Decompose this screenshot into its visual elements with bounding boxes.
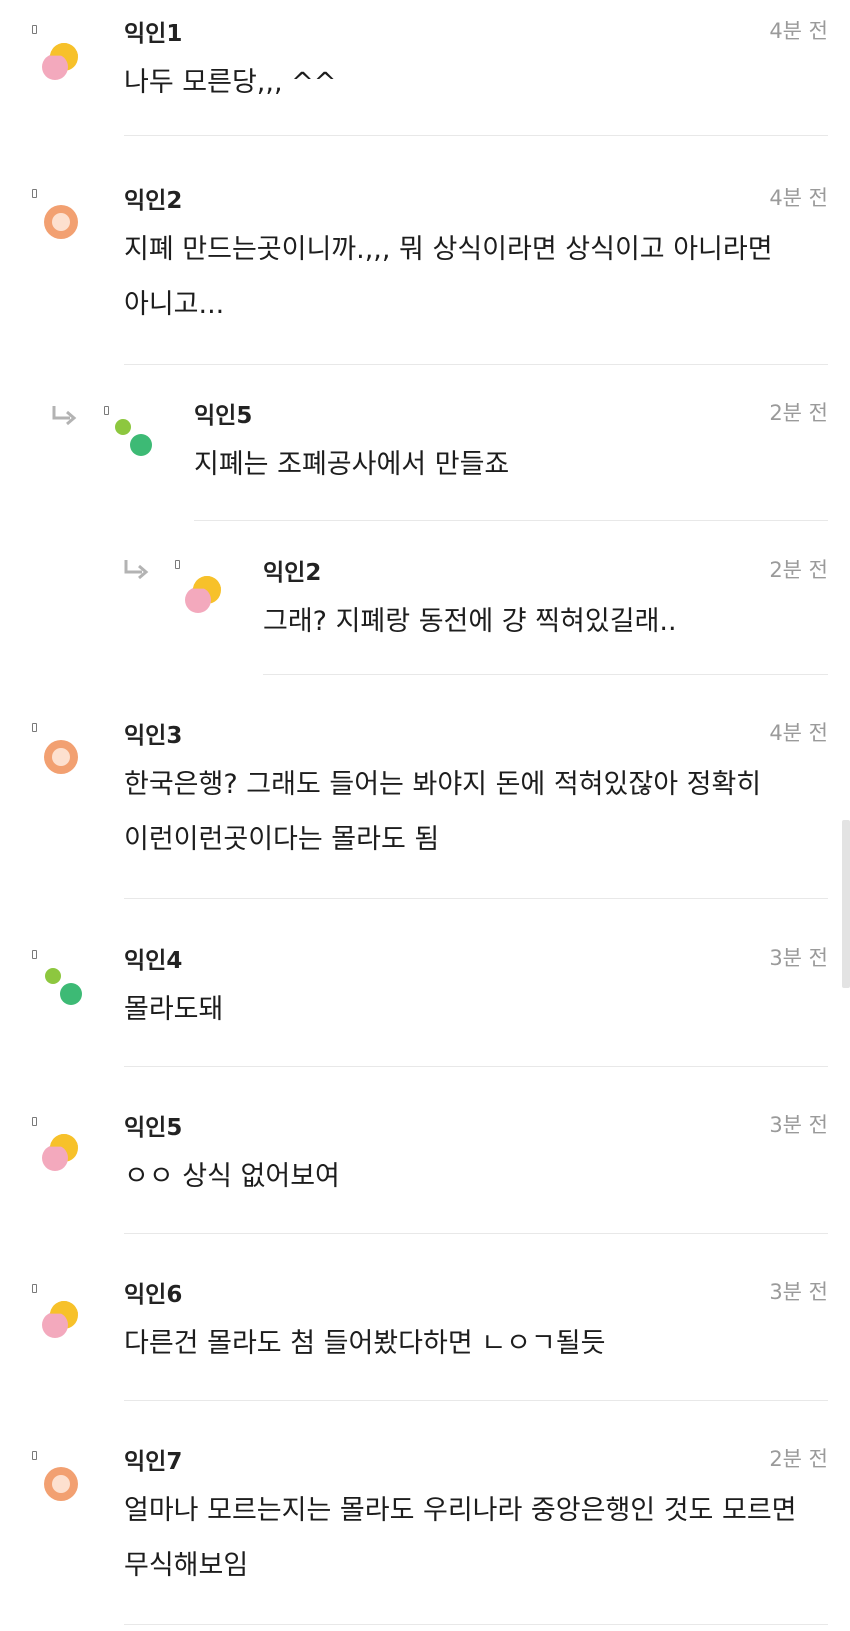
donut-avatar-icon[interactable]: [42, 738, 86, 782]
menu-marker-icon[interactable]: [32, 189, 37, 198]
comment-text: 지폐 만드는곳이니까.,,, 뭐 상식이라면 상식이고 아니라면 아니고...: [124, 234, 773, 320]
comment-item: 익인7 2분 전 얼마나 모르는지는 몰라도 우리나라 중앙은행인 것도 모르면…: [32, 1435, 828, 1625]
menu-marker-icon[interactable]: [32, 1284, 37, 1293]
comment-text: 몰라도돼: [124, 994, 224, 1025]
scrollbar[interactable]: [842, 820, 850, 988]
comment-text: 그래? 지폐랑 동전에 걍 찍혀있길래..: [263, 606, 677, 637]
reply-arrow-icon: [124, 560, 149, 580]
comment-time: 3분 전: [769, 946, 828, 970]
comment-text: 다른건 몰라도 첨 들어봤다하면 ㄴㅇㄱ될듯: [124, 1328, 606, 1359]
menu-marker-icon[interactable]: [32, 1117, 37, 1126]
comment-time: 2분 전: [769, 1447, 828, 1471]
menu-marker-icon[interactable]: [32, 1451, 37, 1460]
donut-avatar-icon[interactable]: [42, 203, 86, 247]
comment-author: 익인2: [124, 188, 183, 214]
menu-marker-icon[interactable]: [175, 560, 180, 569]
reply-item: 익인2 2분 전 그래? 지폐랑 동전에 걍 찍혀있길래..: [124, 553, 828, 675]
comment-author: 익인4: [124, 948, 183, 974]
comment-item: 익인6 3분 전 다른건 몰라도 첨 들어봤다하면 ㄴㅇㄱ될듯: [32, 1268, 828, 1401]
comment-author: 익인5: [124, 1115, 183, 1141]
menu-marker-icon[interactable]: [32, 25, 37, 34]
comment-text: 얼마나 모르는지는 몰라도 우리나라 중앙은행인 것도 모르면 무식해보임: [124, 1495, 797, 1581]
comment-author: 익인6: [124, 1282, 183, 1308]
comment-text: ㅇㅇ 상식 없어보여: [124, 1161, 340, 1192]
comment-item: 익인2 4분 전 지폐 만드는곳이니까.,,, 뭐 상식이라면 상식이고 아니라…: [32, 167, 828, 365]
reply-arrow-icon: [52, 406, 77, 426]
sun-cloud-avatar-icon[interactable]: [40, 1298, 84, 1342]
dots-avatar-icon[interactable]: [114, 418, 158, 462]
comment-author: 익인3: [124, 723, 183, 749]
comment-time: 2분 전: [769, 558, 828, 582]
comment-time: 4분 전: [769, 19, 828, 43]
comment-time: 3분 전: [769, 1280, 828, 1304]
sun-cloud-avatar-icon[interactable]: [183, 573, 227, 617]
comment-author: 익인5: [194, 403, 253, 429]
dots-avatar-icon[interactable]: [44, 967, 88, 1011]
donut-avatar-icon[interactable]: [42, 1465, 86, 1509]
comment-time: 4분 전: [769, 186, 828, 210]
sun-cloud-avatar-icon[interactable]: [40, 40, 84, 84]
comment-item: 익인3 4분 전 한국은행? 그래도 들어는 봐야지 돈에 적혀있잖아 정확히 …: [32, 709, 828, 899]
reply-item: 익인5 2분 전 지폐는 조폐공사에서 만들죠: [52, 382, 828, 521]
sun-cloud-avatar-icon[interactable]: [40, 1131, 84, 1175]
comment-text: 나두 모른당,,, ^^: [124, 67, 337, 98]
comment-author: 익인2: [263, 560, 322, 586]
comment-time: 2분 전: [769, 401, 828, 425]
comment-author: 익인1: [124, 21, 183, 47]
comment-item: 익인5 3분 전 ㅇㅇ 상식 없어보여: [32, 1101, 828, 1234]
comment-text: 지폐는 조폐공사에서 만들죠: [194, 449, 510, 480]
comment-time: 4분 전: [769, 721, 828, 745]
comment-time: 3분 전: [769, 1113, 828, 1137]
comment-author: 익인7: [124, 1449, 183, 1475]
comment-text: 한국은행? 그래도 들어는 봐야지 돈에 적혀있잖아 정확히 이런이런곳이다는 …: [124, 769, 762, 855]
menu-marker-icon[interactable]: [32, 723, 37, 732]
comment-item: 익인1 4분 전 나두 모른당,,, ^^: [32, 0, 828, 136]
comment-item: 익인4 3분 전 몰라도돼: [32, 934, 828, 1067]
menu-marker-icon[interactable]: [104, 406, 109, 415]
menu-marker-icon[interactable]: [32, 950, 37, 959]
